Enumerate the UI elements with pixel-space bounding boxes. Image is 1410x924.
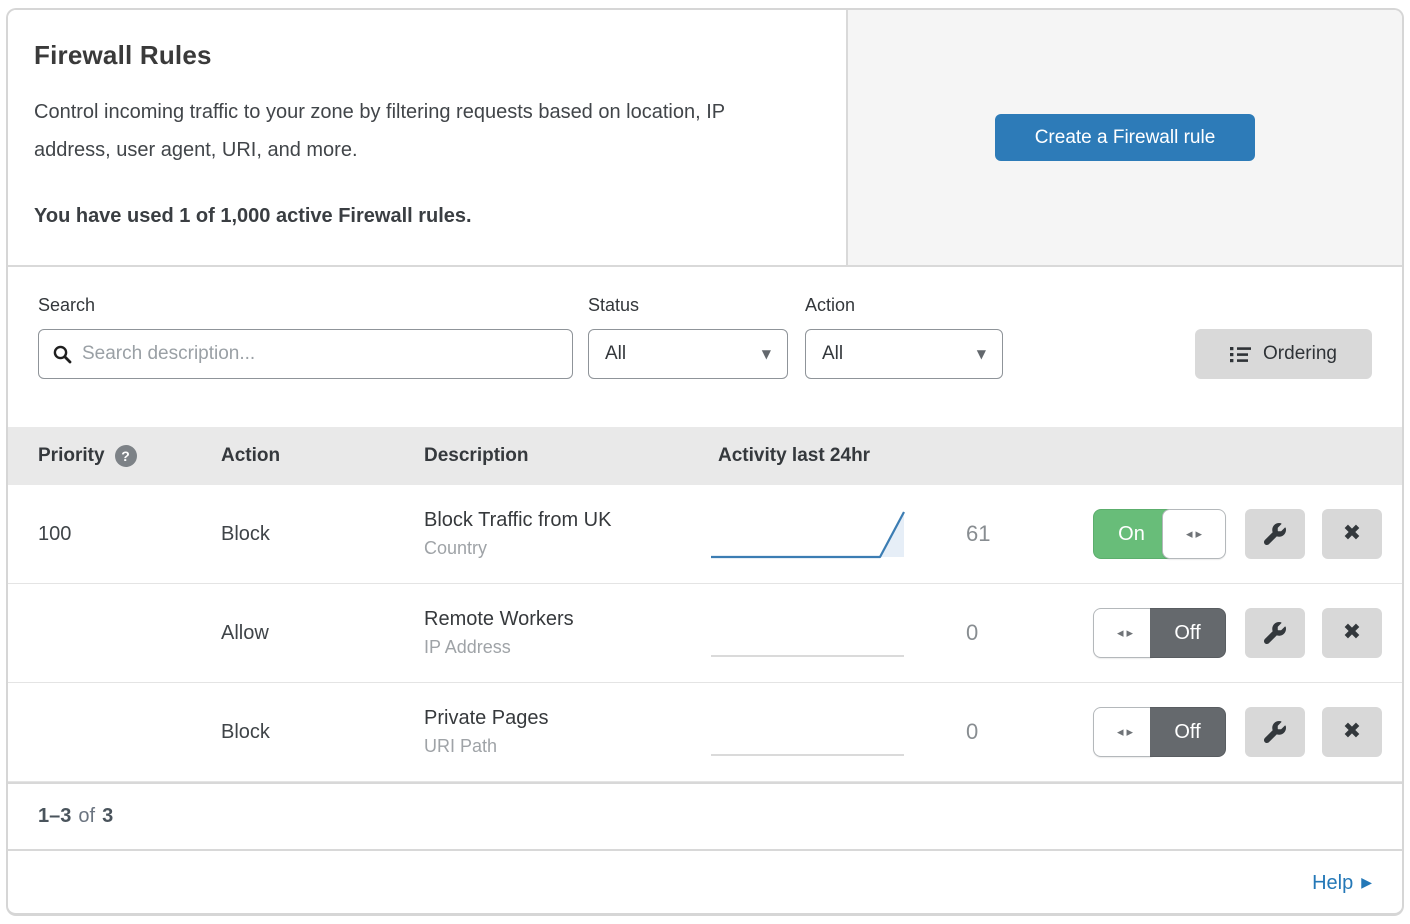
left-right-arrows-icon: ◂ (1117, 627, 1124, 640)
help-link[interactable]: Help ▶ (1312, 872, 1372, 895)
table-row: Allow Remote Workers IP Address 0 ◂▸ Off… (8, 584, 1402, 683)
action-selected-value: All (822, 343, 843, 365)
chevron-down-icon: ▼ (977, 347, 986, 361)
toggle-state-label: On (1093, 509, 1169, 559)
wrench-icon (1264, 523, 1286, 545)
rule-enabled-toggle[interactable]: ◂▸ Off (1093, 608, 1226, 658)
left-right-arrows-icon: ▸ (1127, 627, 1134, 640)
page-title: Firewall Rules (34, 40, 810, 71)
toggle-knob: ◂▸ (1162, 509, 1226, 559)
column-header-description: Description (424, 445, 529, 467)
create-firewall-rule-button[interactable]: Create a Firewall rule (995, 114, 1255, 161)
status-select[interactable]: All ▼ (588, 329, 788, 379)
activity-count: 61 (938, 521, 1093, 547)
action-label: Action (805, 295, 855, 316)
activity-count: 0 (938, 719, 1093, 745)
header-text-panel: Firewall Rules Control incoming traffic … (8, 10, 846, 265)
activity-sparkline (708, 703, 938, 761)
pagination-total: 3 (102, 805, 113, 828)
column-header-activity: Activity last 24hr (718, 445, 870, 467)
wrench-icon (1264, 721, 1286, 743)
edit-rule-button[interactable] (1245, 707, 1305, 757)
rule-description: Private Pages (424, 707, 708, 730)
left-right-arrows-icon: ▸ (1196, 528, 1203, 541)
ordering-button-label: Ordering (1263, 343, 1337, 365)
left-right-arrows-icon: ◂ (1186, 528, 1193, 541)
rule-match-type: Country (424, 538, 708, 559)
activity-sparkline (708, 505, 938, 563)
left-right-arrows-icon: ◂ (1117, 726, 1124, 739)
header-action-panel: Create a Firewall rule (846, 10, 1402, 265)
status-label: Status (588, 295, 639, 316)
action-value: Allow (221, 622, 424, 645)
x-icon: ✖ (1343, 523, 1361, 545)
list-icon (1230, 346, 1251, 363)
rule-match-type: URI Path (424, 736, 708, 757)
activity-sparkline (708, 604, 938, 662)
arrow-right-icon: ▶ (1361, 875, 1372, 891)
table-header-row: Priority ? Action Description Activity l… (8, 427, 1402, 485)
search-box (38, 329, 573, 379)
search-input[interactable] (82, 343, 558, 365)
pagination-range: 1–3 (38, 805, 71, 828)
rule-description: Block Traffic from UK (424, 509, 708, 532)
left-right-arrows-icon: ▸ (1127, 726, 1134, 739)
chevron-down-icon: ▼ (762, 347, 771, 361)
help-link-label: Help (1312, 872, 1353, 895)
column-header-priority: Priority (38, 445, 105, 467)
delete-rule-button[interactable]: ✖ (1322, 707, 1382, 757)
search-icon (53, 345, 72, 364)
toggle-knob: ◂▸ (1093, 608, 1157, 658)
header-section: Firewall Rules Control incoming traffic … (8, 10, 1402, 267)
table-row: Block Private Pages URI Path 0 ◂▸ Off ✖ (8, 683, 1402, 782)
rule-description: Remote Workers (424, 608, 708, 631)
delete-rule-button[interactable]: ✖ (1322, 509, 1382, 559)
action-value: Block (221, 721, 424, 744)
toggle-state-label: Off (1150, 608, 1226, 658)
edit-rule-button[interactable] (1245, 608, 1305, 658)
pagination-bar: 1–3 of 3 (8, 782, 1402, 849)
ordering-button[interactable]: Ordering (1195, 329, 1372, 379)
toggle-state-label: Off (1150, 707, 1226, 757)
help-bar: Help ▶ (8, 849, 1402, 915)
activity-count: 0 (938, 620, 1093, 646)
firewall-rules-card: Firewall Rules Control incoming traffic … (6, 8, 1404, 916)
rule-match-type: IP Address (424, 637, 708, 658)
toggle-knob: ◂▸ (1093, 707, 1157, 757)
usage-note: You have used 1 of 1,000 active Firewall… (34, 205, 810, 228)
column-header-action: Action (221, 445, 280, 467)
rule-enabled-toggle[interactable]: ◂▸ Off (1093, 707, 1226, 757)
x-icon: ✖ (1343, 721, 1361, 743)
edit-rule-button[interactable] (1245, 509, 1305, 559)
page-description: Control incoming traffic to your zone by… (34, 93, 794, 169)
table-row: 100 Block Block Traffic from UK Country … (8, 485, 1402, 584)
search-label: Search (38, 295, 95, 316)
action-value: Block (221, 523, 424, 546)
x-icon: ✖ (1343, 622, 1361, 644)
wrench-icon (1264, 622, 1286, 644)
action-select[interactable]: All ▼ (805, 329, 1003, 379)
question-mark-icon[interactable]: ? (115, 445, 137, 467)
rule-enabled-toggle[interactable]: On ◂▸ (1093, 509, 1226, 559)
delete-rule-button[interactable]: ✖ (1322, 608, 1382, 658)
priority-value: 100 (38, 523, 221, 546)
pagination-of-label: of (78, 805, 95, 828)
status-selected-value: All (605, 343, 626, 365)
filter-bar: Search Status All ▼ Action All ▼ (8, 267, 1402, 427)
